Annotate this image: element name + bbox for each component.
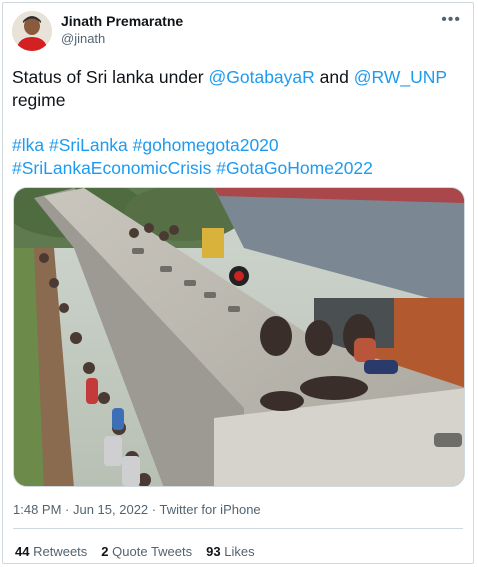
tweet-stats: 44 Retweets 2 Quote Tweets 93 Likes (15, 544, 255, 559)
tweet-text-mid: and (314, 67, 354, 87)
quote-tweets-stat[interactable]: 2 Quote Tweets (101, 544, 192, 559)
tweet-text: Status of Sri lanka under @GotabayaR and… (12, 66, 464, 180)
author-handle[interactable]: @jinath (61, 31, 105, 46)
quotes-count: 2 (101, 544, 109, 559)
tweet-text-suffix: regime (12, 90, 66, 110)
tweet-photo[interactable] (13, 187, 465, 487)
likes-count: 93 (206, 544, 221, 559)
tweet-card: Jinath Premaratne @jinath ••• Status of … (2, 2, 474, 564)
hashtag-lka[interactable]: #lka (12, 135, 44, 155)
divider (13, 528, 463, 529)
meta-separator-2: · (148, 502, 160, 517)
mention-gotabayar[interactable]: @GotabayaR (209, 67, 315, 87)
tweet-time[interactable]: 1:48 PM (13, 502, 61, 517)
retweets-label: Retweets (33, 544, 88, 559)
mention-rw-unp[interactable]: @RW_UNP (354, 67, 447, 87)
retweets-stat[interactable]: 44 Retweets (15, 544, 87, 559)
avatar[interactable] (12, 11, 52, 51)
more-icon[interactable]: ••• (441, 11, 461, 29)
hashtag-srilankaeconomiccrisis[interactable]: #SriLankaEconomicCrisis (12, 158, 211, 178)
meta-separator-1: · (61, 502, 73, 517)
author-name[interactable]: Jinath Premaratne (61, 13, 183, 29)
likes-label: Likes (224, 544, 255, 559)
tweet-source[interactable]: Twitter for iPhone (160, 502, 261, 517)
tweet-date[interactable]: Jun 15, 2022 (73, 502, 148, 517)
retweets-count: 44 (15, 544, 30, 559)
hashtag-gotagohome2022[interactable]: #GotaGoHome2022 (216, 158, 373, 178)
tweet-text-prefix: Status of Sri lanka under (12, 67, 209, 87)
tweet-meta: 1:48 PM · Jun 15, 2022 · Twitter for iPh… (13, 502, 261, 517)
hashtag-srilanka[interactable]: #SriLanka (49, 135, 128, 155)
quotes-label: Quote Tweets (112, 544, 193, 559)
likes-stat[interactable]: 93 Likes (206, 544, 254, 559)
hashtag-gohomegota2020[interactable]: #gohomegota2020 (133, 135, 279, 155)
